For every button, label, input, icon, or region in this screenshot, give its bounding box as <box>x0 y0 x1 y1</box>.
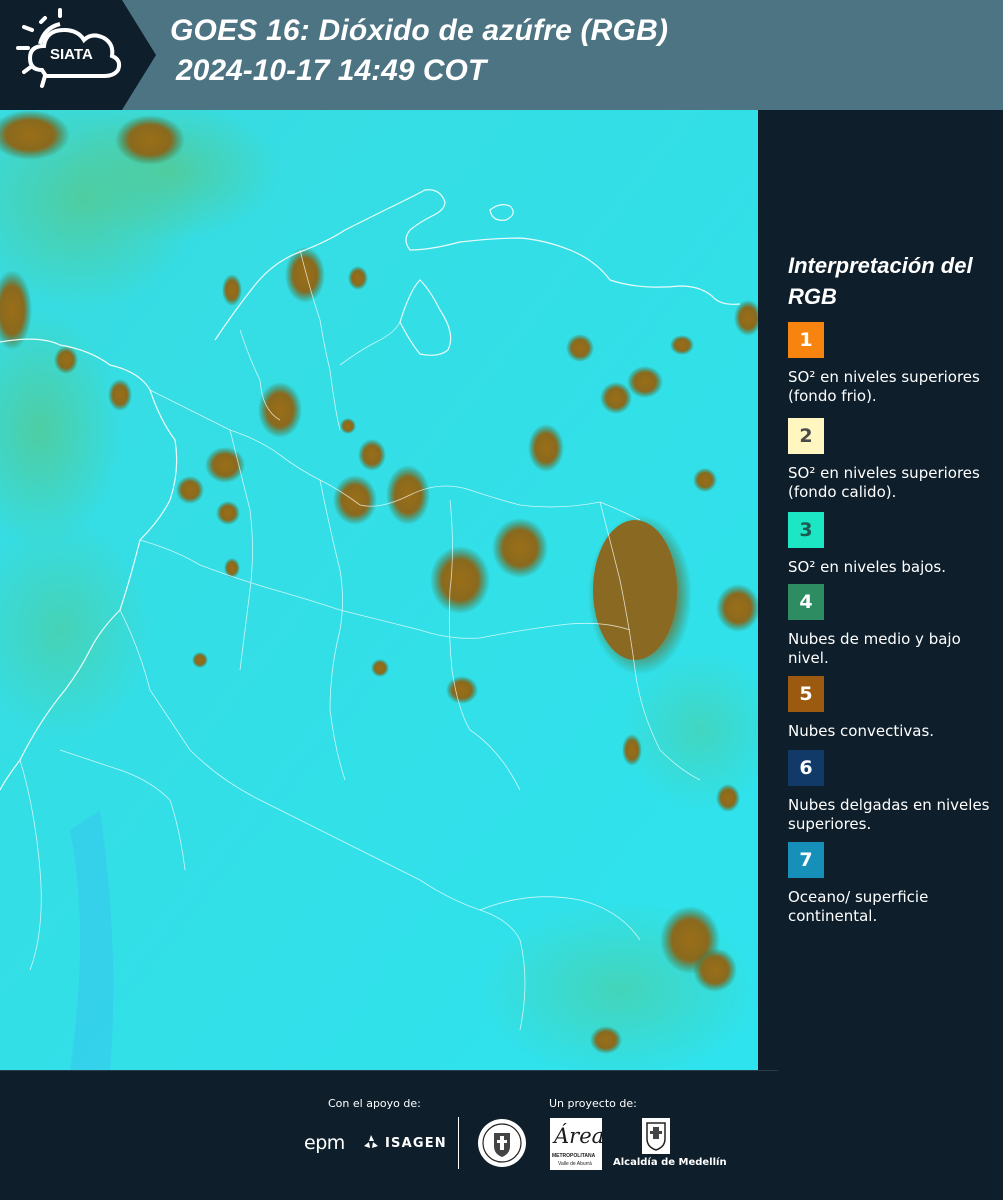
siata-logo[interactable]: SIATA <box>0 0 156 110</box>
legend-item-3: 3 SO² en niveles bajos. <box>788 512 993 577</box>
legend-item-2: 2 SO² en niveles superiores (fondo calid… <box>788 418 993 502</box>
alcaldia-shield-icon[interactable] <box>641 1117 671 1155</box>
legend-swatch: 7 <box>788 842 824 878</box>
legend-swatch: 3 <box>788 512 824 548</box>
legend-swatch: 2 <box>788 418 824 454</box>
legend-item-label: SO² en niveles superiores (fondo calido)… <box>788 464 980 501</box>
legend-item-label: Nubes delgadas en niveles superiores. <box>788 796 990 833</box>
area-logo-subtitle: METROPOLITANA <box>552 1153 596 1159</box>
isagen-logo[interactable]: ISAGEN <box>362 1132 447 1154</box>
page-title: GOES 16: Dióxido de azúfre (RGB) <box>170 14 669 47</box>
legend-item-label: Nubes convectivas. <box>788 722 935 740</box>
legend-item-label: Nubes de medio y bajo nivel. <box>788 630 961 667</box>
legend-item-4: 4 Nubes de medio y bajo nivel. <box>788 584 993 668</box>
isagen-icon <box>364 1135 378 1148</box>
footer: Con el apoyo de: Un proyecto de: epm ISA… <box>0 1070 1003 1200</box>
isagen-text: ISAGEN <box>385 1135 447 1151</box>
legend-item-label: SO² en niveles bajos. <box>788 558 947 576</box>
legend-swatch: 6 <box>788 750 824 786</box>
medellin-seal-icon[interactable] <box>477 1118 527 1168</box>
timestamp: 2024-10-17 14:49 COT <box>176 54 487 87</box>
area-metropolitana-logo[interactable]: Área METROPOLITANA Valle de Aburrá <box>550 1118 605 1170</box>
legend-swatch: 4 <box>788 584 824 620</box>
project-label: Un proyecto de: <box>549 1097 637 1110</box>
legend-item-7: 7 Oceano/ superficie continental. <box>788 842 993 926</box>
logo-text: SIATA <box>50 46 93 63</box>
legend-swatch: 1 <box>788 322 824 358</box>
header-bar: SIATA GOES 16: Dióxido de azúfre (RGB) 2… <box>0 0 1003 110</box>
satellite-map[interactable] <box>0 110 758 1070</box>
legend-item-1: 1 SO² en niveles superiores (fondo frio)… <box>788 322 993 406</box>
legend-item-6: 6 Nubes delgadas en niveles superiores. <box>788 750 993 834</box>
epm-logo[interactable]: epm <box>304 1132 345 1154</box>
legend-item-label: Oceano/ superficie continental. <box>788 888 929 925</box>
legend-item-label: SO² en niveles superiores (fondo frio). <box>788 368 980 405</box>
area-logo-subtitle-2: Valle de Aburrá <box>558 1161 592 1167</box>
area-logo-text: Área <box>554 1124 605 1148</box>
footer-divider-line <box>0 1070 778 1071</box>
legend-swatch: 5 <box>788 676 824 712</box>
legend-item-5: 5 Nubes convectivas. <box>788 676 993 741</box>
alcaldia-text[interactable]: Alcaldía de Medellín <box>613 1157 727 1168</box>
legend-panel: Interpretación del RGB 1 SO² en niveles … <box>758 110 1003 1070</box>
footer-vertical-divider <box>458 1117 459 1169</box>
support-label: Con el apoyo de: <box>328 1097 421 1110</box>
legend-title: Interpretación del RGB <box>788 253 973 309</box>
